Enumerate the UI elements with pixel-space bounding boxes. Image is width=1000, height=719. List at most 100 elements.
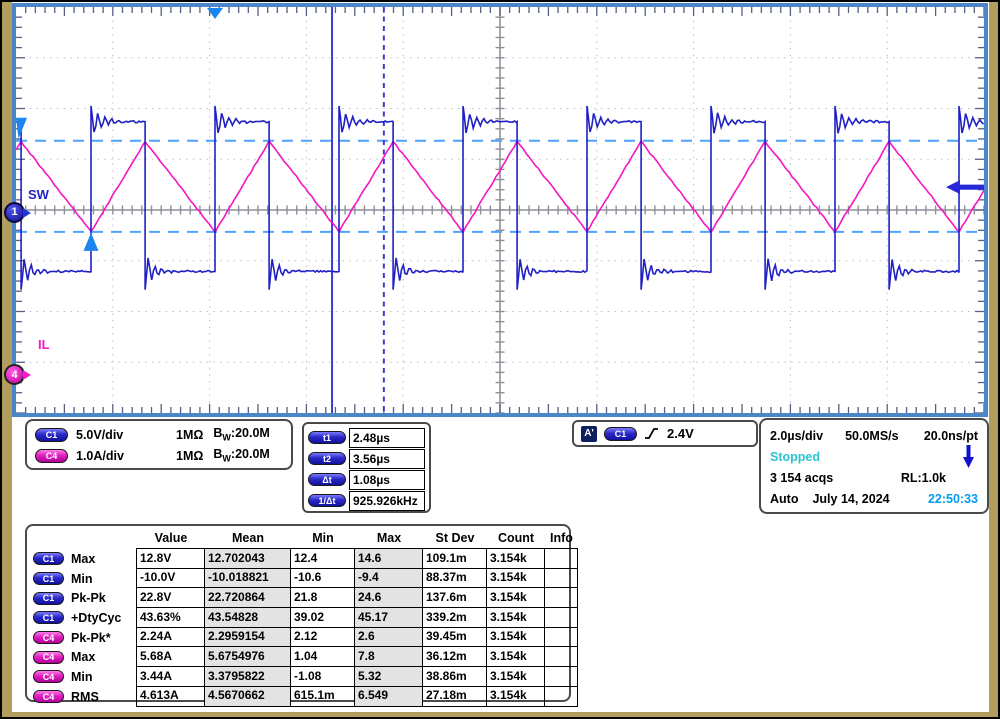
measurement-cell: 2.6 [354, 627, 423, 648]
measurement-channel-badge[interactable]: C4 [33, 651, 64, 664]
measurement-cell: -9.4 [354, 568, 423, 589]
channel1-position-marker[interactable]: 1 [4, 202, 25, 223]
channel-row-c1[interactable]: C15.0V/div1MΩBW:20.0M [35, 424, 283, 445]
measurement-cell [544, 646, 578, 667]
measurement-cell: 3.154k [486, 568, 545, 589]
measurement-row-label: C4RMS [33, 687, 137, 707]
channel-bandwidth: BW:20.0M [213, 447, 269, 464]
measurement-cell: 3.154k [486, 607, 545, 628]
measurement-channel-badge[interactable]: C4 [33, 690, 64, 703]
channel-bandwidth: BW:20.0M [213, 426, 269, 443]
measurement-header: Min [291, 528, 355, 549]
measurement-header: Count [487, 528, 545, 549]
measurement-cell: -1.08 [290, 666, 355, 687]
channel-scale: 1.0A/div [76, 449, 168, 463]
bezel-frame: SW IL 1 4 C15.0V/div1MΩBW:20.0MC41.0A/di… [2, 2, 998, 717]
measurement-row-label: C4Max [33, 647, 137, 667]
trigger-panel[interactable]: A' C1 2.4V [572, 420, 758, 447]
measurement-cell: 39.45m [422, 627, 487, 648]
measurement-cell: 43.63% [136, 607, 205, 628]
measurement-cell: 5.32 [354, 666, 423, 687]
cursor-readout-panel[interactable]: t12.48µst23.56µsΔt1.08µs1/Δt925.926kHz [302, 422, 431, 513]
measurement-cell: -10.018821 [204, 568, 291, 589]
cursor-badge-1[interactable]: t2 [308, 452, 346, 465]
record-length: RL:1.0k [901, 471, 946, 485]
horizontal-acquisition-panel[interactable]: 2.0µs/div 50.0MS/s 20.0ns/pt Stopped 3 1… [759, 418, 989, 514]
cursor-badge-0[interactable]: t1 [308, 431, 346, 444]
measurement-row-label: C4Min [33, 667, 137, 687]
measurement-cell: 3.3795822 [204, 666, 291, 687]
clock-display: 22:50:33 [928, 492, 978, 506]
measurement-cell: -10.6 [290, 568, 355, 589]
measurement-cell: 39.02 [290, 607, 355, 628]
date-display: July 14, 2024 [812, 492, 889, 506]
cursor-badge-2[interactable]: Δt [308, 473, 346, 486]
trigger-level-marker[interactable] [946, 180, 984, 194]
channel-badge-c4[interactable]: C4 [35, 449, 68, 463]
measurement-cell [544, 666, 578, 687]
measurement-cell: 137.6m [422, 587, 487, 608]
cursor-value: 925.926kHz [349, 491, 425, 511]
measurement-channel-badge[interactable]: C1 [33, 611, 64, 624]
trigger-source-badge[interactable]: C1 [604, 427, 637, 441]
channel-impedance: 1MΩ [176, 449, 203, 463]
reference-point-marker [84, 233, 99, 251]
measurement-cell: 3.154k [486, 646, 545, 667]
measurement-cell: 109.1m [422, 548, 487, 569]
channel-settings-panel[interactable]: C15.0V/div1MΩBW:20.0M C4 1.0A/div 1MΩ BW:20.… [25, 419, 293, 470]
trigger-level-value: 2.4V [667, 426, 694, 441]
measurement-header [33, 528, 137, 549]
measurement-cell: 27.18m [422, 686, 487, 707]
measurement-cell: 36.12m [422, 646, 487, 667]
measurement-row-label: C1Pk-Pk [33, 588, 137, 608]
measurement-cell [544, 587, 578, 608]
measurement-header: Mean [205, 528, 291, 549]
measurement-cell: 1.04 [290, 646, 355, 667]
measurement-cell: 3.154k [486, 666, 545, 687]
measurement-cell: 12.8V [136, 548, 205, 569]
measurement-cell: 3.154k [486, 627, 545, 648]
cursor-readout-row-0: t12.48µs [308, 427, 425, 448]
measurement-cell: 12.4 [290, 548, 355, 569]
measurement-cell [544, 607, 578, 628]
measurement-row-label: C1+DtyCyc [33, 608, 137, 628]
measurement-row-label: C4Pk-Pk* [33, 628, 137, 648]
measurement-table-panel: ValueMeanMinMaxSt DevCountInfoC1Max12.8V… [25, 524, 571, 702]
cursor-value: 2.48µs [349, 428, 425, 448]
measurement-channel-badge[interactable]: C4 [33, 631, 64, 644]
channel-row-c4[interactable]: C4 1.0A/div 1MΩ BW:20.0M [35, 445, 283, 466]
sample-resolution: 20.0ns/pt [924, 429, 978, 443]
cursor-value: 1.08µs [349, 470, 425, 490]
measurement-cell: 43.54828 [204, 607, 291, 628]
measurement-channel-badge[interactable]: C1 [33, 572, 64, 585]
measurement-cell: 3.154k [486, 587, 545, 608]
measurement-channel-badge[interactable]: C1 [33, 552, 64, 565]
measurement-cell: 22.8V [136, 587, 205, 608]
measurement-header: Value [137, 528, 205, 549]
trace-label-il: IL [38, 337, 50, 352]
measurement-cell [544, 627, 578, 648]
measurement-header: St Dev [423, 528, 487, 549]
measurement-cell: 22.720864 [204, 587, 291, 608]
channel-badge-c1[interactable]: C1 [35, 428, 68, 442]
cursor-badge-3[interactable]: 1/Δt [308, 494, 346, 507]
measurement-cell: 339.2m [422, 607, 487, 628]
cursor-value: 3.56µs [349, 449, 425, 469]
trigger-mode-auto: Auto [770, 492, 798, 506]
measurement-cell: 5.6754976 [204, 646, 291, 667]
measurement-cell [544, 568, 578, 589]
measurement-cell: 21.8 [290, 587, 355, 608]
measurement-cell [544, 686, 578, 707]
measurement-channel-badge[interactable]: C1 [33, 592, 64, 605]
measurement-cell: 38.86m [422, 666, 487, 687]
measurement-cell [544, 548, 578, 569]
measurement-header: Max [355, 528, 423, 549]
measurement-channel-badge[interactable]: C4 [33, 670, 64, 683]
measurement-cell: 2.2959154 [204, 627, 291, 648]
measurement-cell: 24.6 [354, 587, 423, 608]
trace-label-sw: SW [28, 187, 49, 202]
trigger-mode-badge[interactable]: A' [581, 426, 597, 442]
measurement-cell: 6.549 [354, 686, 423, 707]
timebase-value: 2.0µs/div [770, 429, 823, 443]
measurement-cell: 5.68A [136, 646, 205, 667]
